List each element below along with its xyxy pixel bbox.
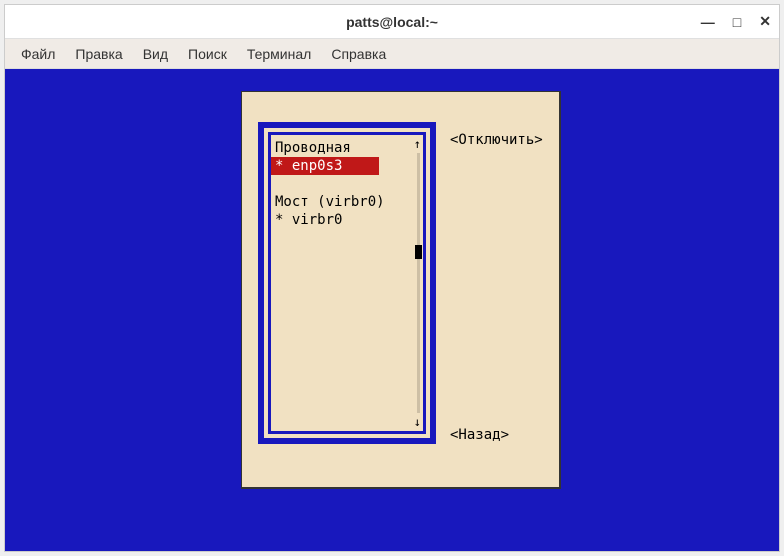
maximize-button[interactable]: □ (733, 14, 741, 30)
window-title: patts@local:~ (346, 14, 438, 30)
scroll-up-icon[interactable]: ↑ (414, 137, 421, 151)
scrollbar-thumb[interactable] (415, 245, 422, 259)
close-button[interactable]: ✕ (759, 13, 771, 30)
menu-edit[interactable]: Правка (65, 42, 132, 66)
menu-search[interactable]: Поиск (178, 42, 237, 66)
scrollbar-track[interactable] (417, 153, 420, 413)
menu-file[interactable]: Файл (11, 42, 65, 66)
terminal-window: patts@local:~ — □ ✕ Файл Правка Вид Поис… (4, 4, 780, 552)
menu-view[interactable]: Вид (133, 42, 178, 66)
list-item-virbr0[interactable]: * virbr0 (271, 211, 423, 229)
list-content: Проводная * enp0s3 Мост (virbr0) * virbr… (271, 139, 423, 229)
list-blank (271, 175, 423, 193)
menu-help[interactable]: Справка (321, 42, 396, 66)
tui-dialog: ↑ ↓ Проводная * enp0s3 Мост (virbr0) * v… (241, 91, 561, 489)
back-button[interactable]: <Назад> (450, 427, 543, 443)
list-item-enp0s3[interactable]: * enp0s3 (271, 157, 379, 175)
connection-list-frame: ↑ ↓ Проводная * enp0s3 Мост (virbr0) * v… (258, 122, 436, 444)
scroll-down-icon[interactable]: ↓ (414, 415, 421, 429)
menu-terminal[interactable]: Терминал (237, 42, 321, 66)
buttons-column: <Отключить> <Назад> (450, 122, 543, 457)
menubar: Файл Правка Вид Поиск Терминал Справка (5, 39, 779, 69)
titlebar: patts@local:~ — □ ✕ (5, 5, 779, 39)
connection-list[interactable]: ↑ ↓ Проводная * enp0s3 Мост (virbr0) * v… (268, 132, 426, 434)
dialog-row: ↑ ↓ Проводная * enp0s3 Мост (virbr0) * v… (258, 122, 543, 457)
minimize-button[interactable]: — (701, 14, 715, 30)
terminal-area[interactable]: ↑ ↓ Проводная * enp0s3 Мост (virbr0) * v… (5, 69, 779, 551)
disconnect-button[interactable]: <Отключить> (450, 132, 543, 148)
window-controls: — □ ✕ (701, 13, 771, 30)
list-header-wired: Проводная (271, 139, 423, 157)
list-header-bridge: Мост (virbr0) (271, 193, 423, 211)
